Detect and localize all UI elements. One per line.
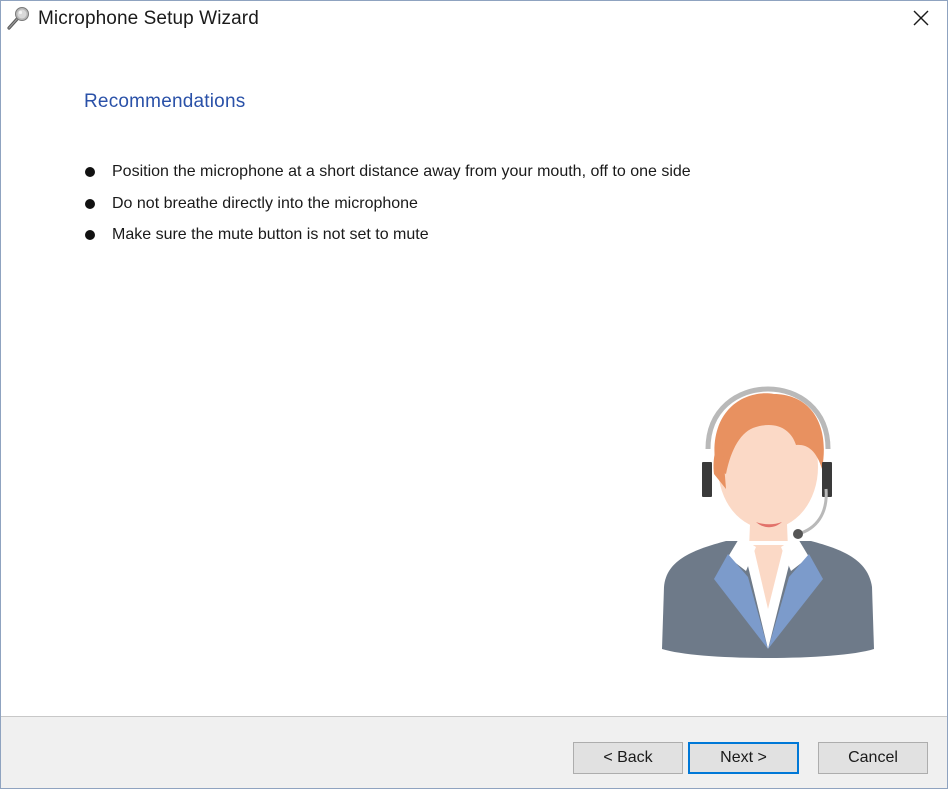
button-bar: < Back Next > Cancel xyxy=(1,716,947,788)
cancel-button[interactable]: Cancel xyxy=(818,742,928,774)
section-heading: Recommendations xyxy=(84,91,246,112)
list-item: Do not breathe directly into the microph… xyxy=(85,193,691,225)
list-item: Make sure the mute button is not set to … xyxy=(85,224,691,256)
recommendation-text: Do not breathe directly into the microph… xyxy=(112,194,418,212)
bullet-icon xyxy=(85,230,95,240)
title-bar: Microphone Setup Wizard xyxy=(1,1,947,39)
next-button[interactable]: Next > xyxy=(688,742,799,774)
close-button[interactable] xyxy=(895,1,947,39)
headset-operator-illustration xyxy=(656,349,881,664)
close-icon xyxy=(912,9,930,32)
wizard-window: Microphone Setup Wizard Recommendations … xyxy=(0,0,948,789)
window-title: Microphone Setup Wizard xyxy=(38,8,259,29)
recommendations-list: Position the microphone at a short dista… xyxy=(85,161,691,256)
list-item: Position the microphone at a short dista… xyxy=(85,161,691,193)
microphone-icon xyxy=(5,6,31,32)
bullet-icon xyxy=(85,198,95,209)
bullet-icon xyxy=(85,167,95,177)
wizard-content: Recommendations Position the microphone … xyxy=(1,39,947,716)
back-button[interactable]: < Back xyxy=(573,742,683,774)
recommendation-text: Make sure the mute button is not set to … xyxy=(112,226,429,243)
recommendation-text: Position the microphone at a short dista… xyxy=(112,163,691,180)
